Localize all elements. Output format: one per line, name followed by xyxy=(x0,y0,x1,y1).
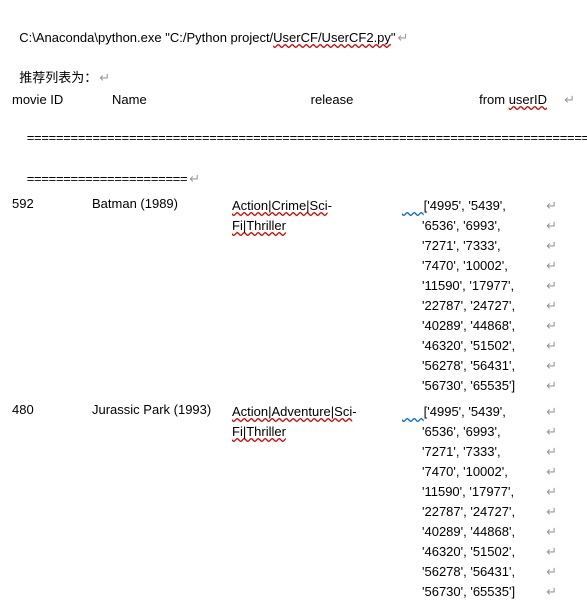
user-id-text: '22787', '24727', xyxy=(392,502,539,522)
user-id-text: '7271', '7333', xyxy=(392,236,539,256)
eol-icon: ↵ xyxy=(539,316,557,336)
header-userid-text: userID xyxy=(509,92,547,107)
eol-icon: ↵ xyxy=(539,522,557,542)
eol-icon: ↵ xyxy=(189,171,199,186)
eol-icon: ↵ xyxy=(539,442,557,462)
user-id-text: '56730', '65535'] xyxy=(392,376,539,396)
user-id-text: '40289', '44868', xyxy=(392,522,539,542)
user-id-text: '22787', '24727', xyxy=(392,296,539,316)
divider-line: ======================↵ xyxy=(12,149,575,190)
header-from-text: from xyxy=(479,92,509,107)
header-movie-id: movie ID xyxy=(12,92,92,108)
eol-icon: ↵ xyxy=(539,276,557,296)
movie-name: Batman (1989) xyxy=(92,196,232,211)
header-name: Name xyxy=(92,92,252,108)
exe-path: C:\Anaconda\python.exe "C:/Python projec… xyxy=(19,30,273,45)
eol-icon: ↵ xyxy=(539,376,557,396)
user-id-text: '11590', '17977', xyxy=(392,276,539,296)
user-id-text: '56278', '56431', xyxy=(392,356,539,376)
eol-icon: ↵ xyxy=(539,196,557,216)
eol-icon: ↵ xyxy=(539,582,557,602)
user-id-text: '7271', '7333', xyxy=(392,442,539,462)
eol-icon: ↵ xyxy=(539,422,557,442)
divider-text: ====================== xyxy=(27,172,188,187)
from-user-list: ['4995', '5439',↵'6536', '6993',↵'7271',… xyxy=(392,402,557,602)
divider-text: ========================================… xyxy=(27,131,587,146)
eol-icon: ↵ xyxy=(539,542,557,562)
eol-icon: ↵ xyxy=(539,462,557,482)
user-id-text: '46320', '51502', xyxy=(392,542,539,562)
movie-release: Action|Crime|Sci- Fi|Thriller xyxy=(232,196,392,236)
eol-icon: ↵ xyxy=(539,256,557,276)
eol-icon: ↵ xyxy=(539,502,557,522)
quote-end: " xyxy=(391,30,396,45)
user-id-text: ['4995', '5439', xyxy=(424,198,506,213)
command-line: C:\Anaconda\python.exe "C:/Python projec… xyxy=(12,8,575,48)
script-path-underlined: UserCF/UserCF2.py xyxy=(273,30,391,45)
blue-wave-icon xyxy=(402,198,424,213)
user-id-text: '56278', '56431', xyxy=(392,562,539,582)
eol-icon: ↵ xyxy=(539,216,557,236)
header-release: release xyxy=(252,92,412,108)
table-row: 592Batman (1989)Action|Crime|Sci- Fi|Thri… xyxy=(12,196,575,396)
eol-icon: ↵ xyxy=(398,30,409,45)
user-id-text: '11590', '17977', xyxy=(392,482,539,502)
eol-icon: ↵ xyxy=(539,402,557,422)
movie-id: 592 xyxy=(12,196,92,211)
eol-icon: ↵ xyxy=(564,92,575,107)
blue-wave-icon xyxy=(402,404,424,419)
table-row: 480Jurassic Park (1993)Action|Adventure|… xyxy=(12,402,575,602)
release-dash: - xyxy=(352,404,356,419)
movie-id: 480 xyxy=(12,402,92,417)
user-id-text: '6536', '6993', xyxy=(392,422,539,442)
user-id-text: '56730', '65535'] xyxy=(392,582,539,602)
user-id-text: '7470', '10002', xyxy=(392,256,539,276)
divider-line: ========================================… xyxy=(12,108,575,149)
eol-icon: ↵ xyxy=(539,356,557,376)
eol-icon: ↵ xyxy=(99,70,110,85)
output-title: 推荐列表为： xyxy=(19,70,97,85)
user-id-text: ['4995', '5439', xyxy=(424,404,506,419)
release-genre: Action|Crime|Sci xyxy=(232,198,328,213)
release-genre: Fi|Thriller xyxy=(232,218,286,233)
user-id-text: '7470', '10002', xyxy=(392,462,539,482)
movie-release: Action|Adventure|Sci- Fi|Thriller xyxy=(232,402,392,442)
user-id-text: '46320', '51502', xyxy=(392,336,539,356)
user-id-text: '6536', '6993', xyxy=(392,216,539,236)
output-title-line: 推荐列表为：↵ xyxy=(12,48,575,88)
release-genre: Fi|Thriller xyxy=(232,424,286,439)
movie-name: Jurassic Park (1993) xyxy=(92,402,232,417)
release-dash: - xyxy=(328,198,332,213)
table-header: movie ID Name release from userID ↵ xyxy=(12,92,575,108)
from-user-list: ['4995', '5439',↵'6536', '6993',↵'7271',… xyxy=(392,196,557,396)
eol-icon: ↵ xyxy=(539,336,557,356)
release-genre: Action|Adventure|Sci xyxy=(232,404,352,419)
eol-icon: ↵ xyxy=(539,482,557,502)
eol-icon: ↵ xyxy=(539,236,557,256)
eol-icon: ↵ xyxy=(539,296,557,316)
header-from-user: from userID xyxy=(412,92,557,108)
user-id-text: '40289', '44868', xyxy=(392,316,539,336)
eol-icon: ↵ xyxy=(539,562,557,582)
